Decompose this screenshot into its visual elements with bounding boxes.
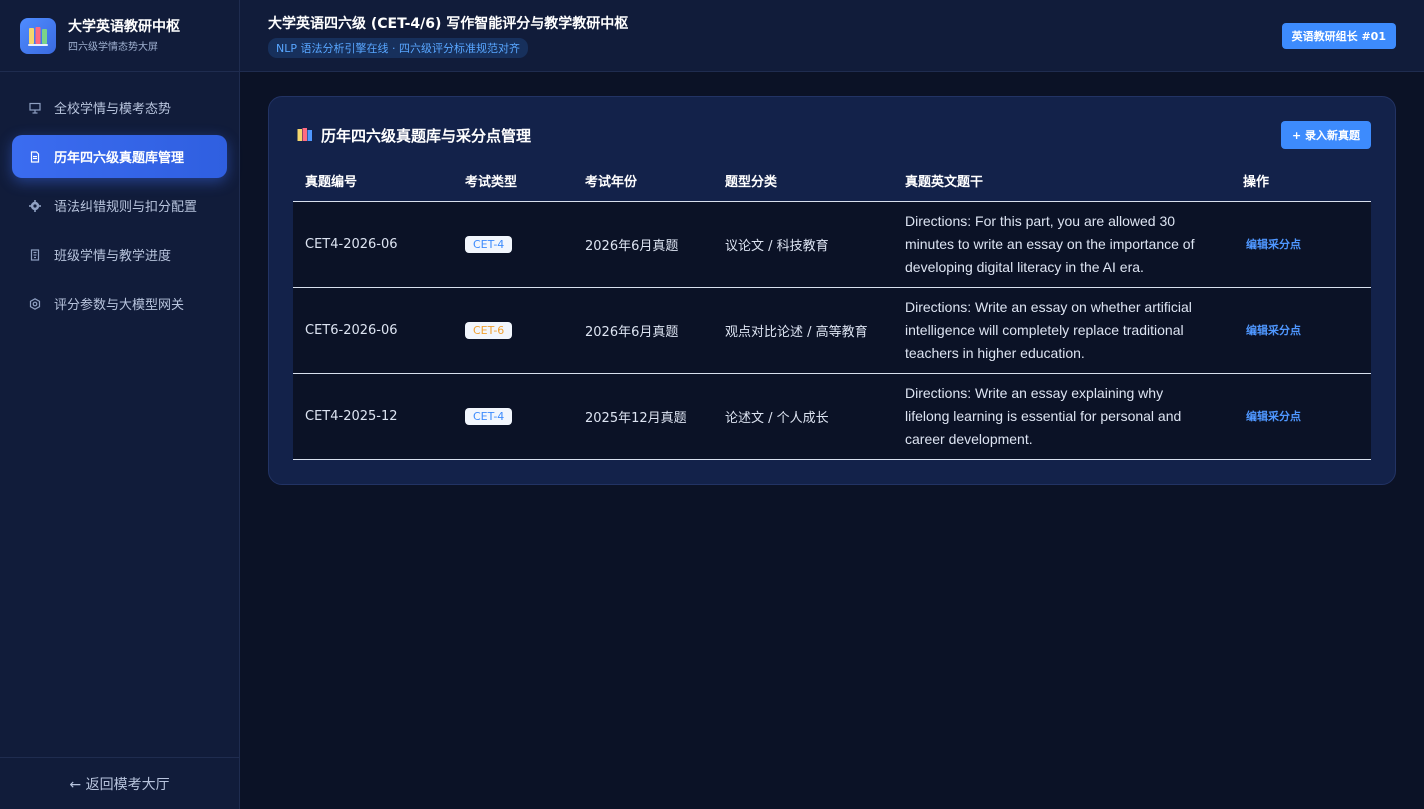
column-header[interactable]: 真题英文题干 bbox=[893, 161, 1231, 202]
question-stem: Directions: For this part, you are allow… bbox=[893, 201, 1231, 288]
sidebar-item-model-gateway[interactable]: 评分参数与大模型网关 bbox=[12, 282, 227, 325]
column-header[interactable]: 考试类型 bbox=[453, 161, 573, 202]
back-to-hall-link[interactable]: ← 返回模考大厅 bbox=[0, 757, 239, 809]
card-title: 历年四六级真题库与采分点管理 bbox=[321, 126, 532, 145]
sidebar-item-class-progress[interactable]: 班级学情与教学进度 bbox=[12, 233, 227, 276]
question-id: CET4-2025-12 bbox=[293, 373, 453, 460]
document-icon bbox=[28, 150, 42, 164]
brand: 大学英语教研中枢 四六级学情态势大屏 bbox=[0, 0, 239, 72]
question-stem: Directions: Write an essay explaining wh… bbox=[893, 373, 1231, 460]
add-question-button[interactable]: + 录入新真题 bbox=[1280, 121, 1371, 149]
column-header[interactable]: 考试年份 bbox=[573, 161, 713, 202]
sidebar-item-label: 全校学情与模考态势 bbox=[54, 102, 172, 117]
sidebar-item-question-bank[interactable]: 历年四六级真题库管理 bbox=[12, 135, 227, 178]
question-category: 论述文 / 个人成长 bbox=[713, 373, 893, 460]
sidebar-item-grammar-rules[interactable]: 语法纠错规则与扣分配置 bbox=[12, 184, 227, 227]
sidebar-item-overview[interactable]: 全校学情与模考态势 bbox=[12, 86, 227, 129]
question-id: CET6-2026-06 bbox=[293, 287, 453, 374]
table-row: CET6-2026-06 CET-6 2026年6月真题 观点对比论述 / 高等… bbox=[293, 287, 1371, 374]
books-logo-icon bbox=[20, 17, 56, 54]
question-id: CET4-2026-06 bbox=[293, 201, 453, 288]
topbar: 大学英语四六级 (CET-4/6) 写作智能评分与教学教研中枢 NLP 语法分析… bbox=[240, 0, 1424, 72]
brand-title: 大学英语教研中枢 bbox=[68, 19, 180, 35]
column-header: 操作 bbox=[1231, 161, 1371, 202]
exam-year: 2026年6月真题 bbox=[573, 201, 713, 288]
gear-icon bbox=[28, 199, 42, 213]
table-row: CET4-2026-06 CET-4 2026年6月真题 议论文 / 科技教育 … bbox=[293, 201, 1371, 288]
edit-scoring-points-link[interactable]: 编辑采分点 bbox=[1243, 324, 1301, 337]
sidebar-item-label: 评分参数与大模型网关 bbox=[54, 298, 185, 313]
column-header[interactable]: 真题编号 bbox=[293, 161, 453, 202]
user-chip[interactable]: 英语教研组长 #01 bbox=[1281, 22, 1396, 49]
content: 历年四六级真题库与采分点管理 + 录入新真题 真题编号 考试类型 考试年份 题型… bbox=[240, 72, 1424, 509]
edit-scoring-points-link[interactable]: 编辑采分点 bbox=[1243, 410, 1301, 423]
building-icon bbox=[28, 248, 42, 262]
column-header[interactable]: 题型分类 bbox=[713, 161, 893, 202]
presentation-icon bbox=[28, 101, 42, 115]
page-title: 大学英语四六级 (CET-4/6) 写作智能评分与教学教研中枢 bbox=[268, 16, 629, 32]
question-table: 真题编号 考试类型 考试年份 题型分类 真题英文题干 操作 CET4-2026-… bbox=[293, 161, 1371, 460]
sidebar-item-label: 班级学情与教学进度 bbox=[54, 249, 172, 264]
settings-icon bbox=[28, 297, 42, 311]
exam-year: 2026年6月真题 bbox=[573, 287, 713, 374]
question-category: 观点对比论述 / 高等教育 bbox=[713, 287, 893, 374]
main-area: 大学英语四六级 (CET-4/6) 写作智能评分与教学教研中枢 NLP 语法分析… bbox=[240, 0, 1424, 809]
table-header-row: 真题编号 考试类型 考试年份 题型分类 真题英文题干 操作 bbox=[293, 161, 1371, 202]
exam-type-badge: CET-4 bbox=[465, 407, 513, 425]
question-stem: Directions: Write an essay on whether ar… bbox=[893, 287, 1231, 374]
brand-subtitle: 四六级学情态势大屏 bbox=[68, 42, 158, 53]
sidebar-item-label: 历年四六级真题库管理 bbox=[54, 151, 185, 166]
question-bank-card: 历年四六级真题库与采分点管理 + 录入新真题 真题编号 考试类型 考试年份 题型… bbox=[268, 96, 1396, 485]
sidebar: 大学英语教研中枢 四六级学情态势大屏 全校学情与模考态势 历年四六级真题库管理 … bbox=[0, 0, 240, 809]
books-icon bbox=[297, 128, 313, 142]
question-category: 议论文 / 科技教育 bbox=[713, 201, 893, 288]
edit-scoring-points-link[interactable]: 编辑采分点 bbox=[1243, 238, 1301, 251]
exam-type-badge: CET-4 bbox=[465, 235, 513, 253]
exam-year: 2025年12月真题 bbox=[573, 373, 713, 460]
exam-type-badge: CET-6 bbox=[465, 321, 513, 339]
table-row: CET4-2025-12 CET-4 2025年12月真题 论述文 / 个人成长… bbox=[293, 373, 1371, 460]
engine-status-badge: NLP 语法分析引擎在线 · 四六级评分标准规范对齐 bbox=[268, 38, 528, 58]
sidebar-nav: 全校学情与模考态势 历年四六级真题库管理 语法纠错规则与扣分配置 班级学情与教学… bbox=[0, 72, 239, 757]
sidebar-item-label: 语法纠错规则与扣分配置 bbox=[54, 200, 198, 215]
